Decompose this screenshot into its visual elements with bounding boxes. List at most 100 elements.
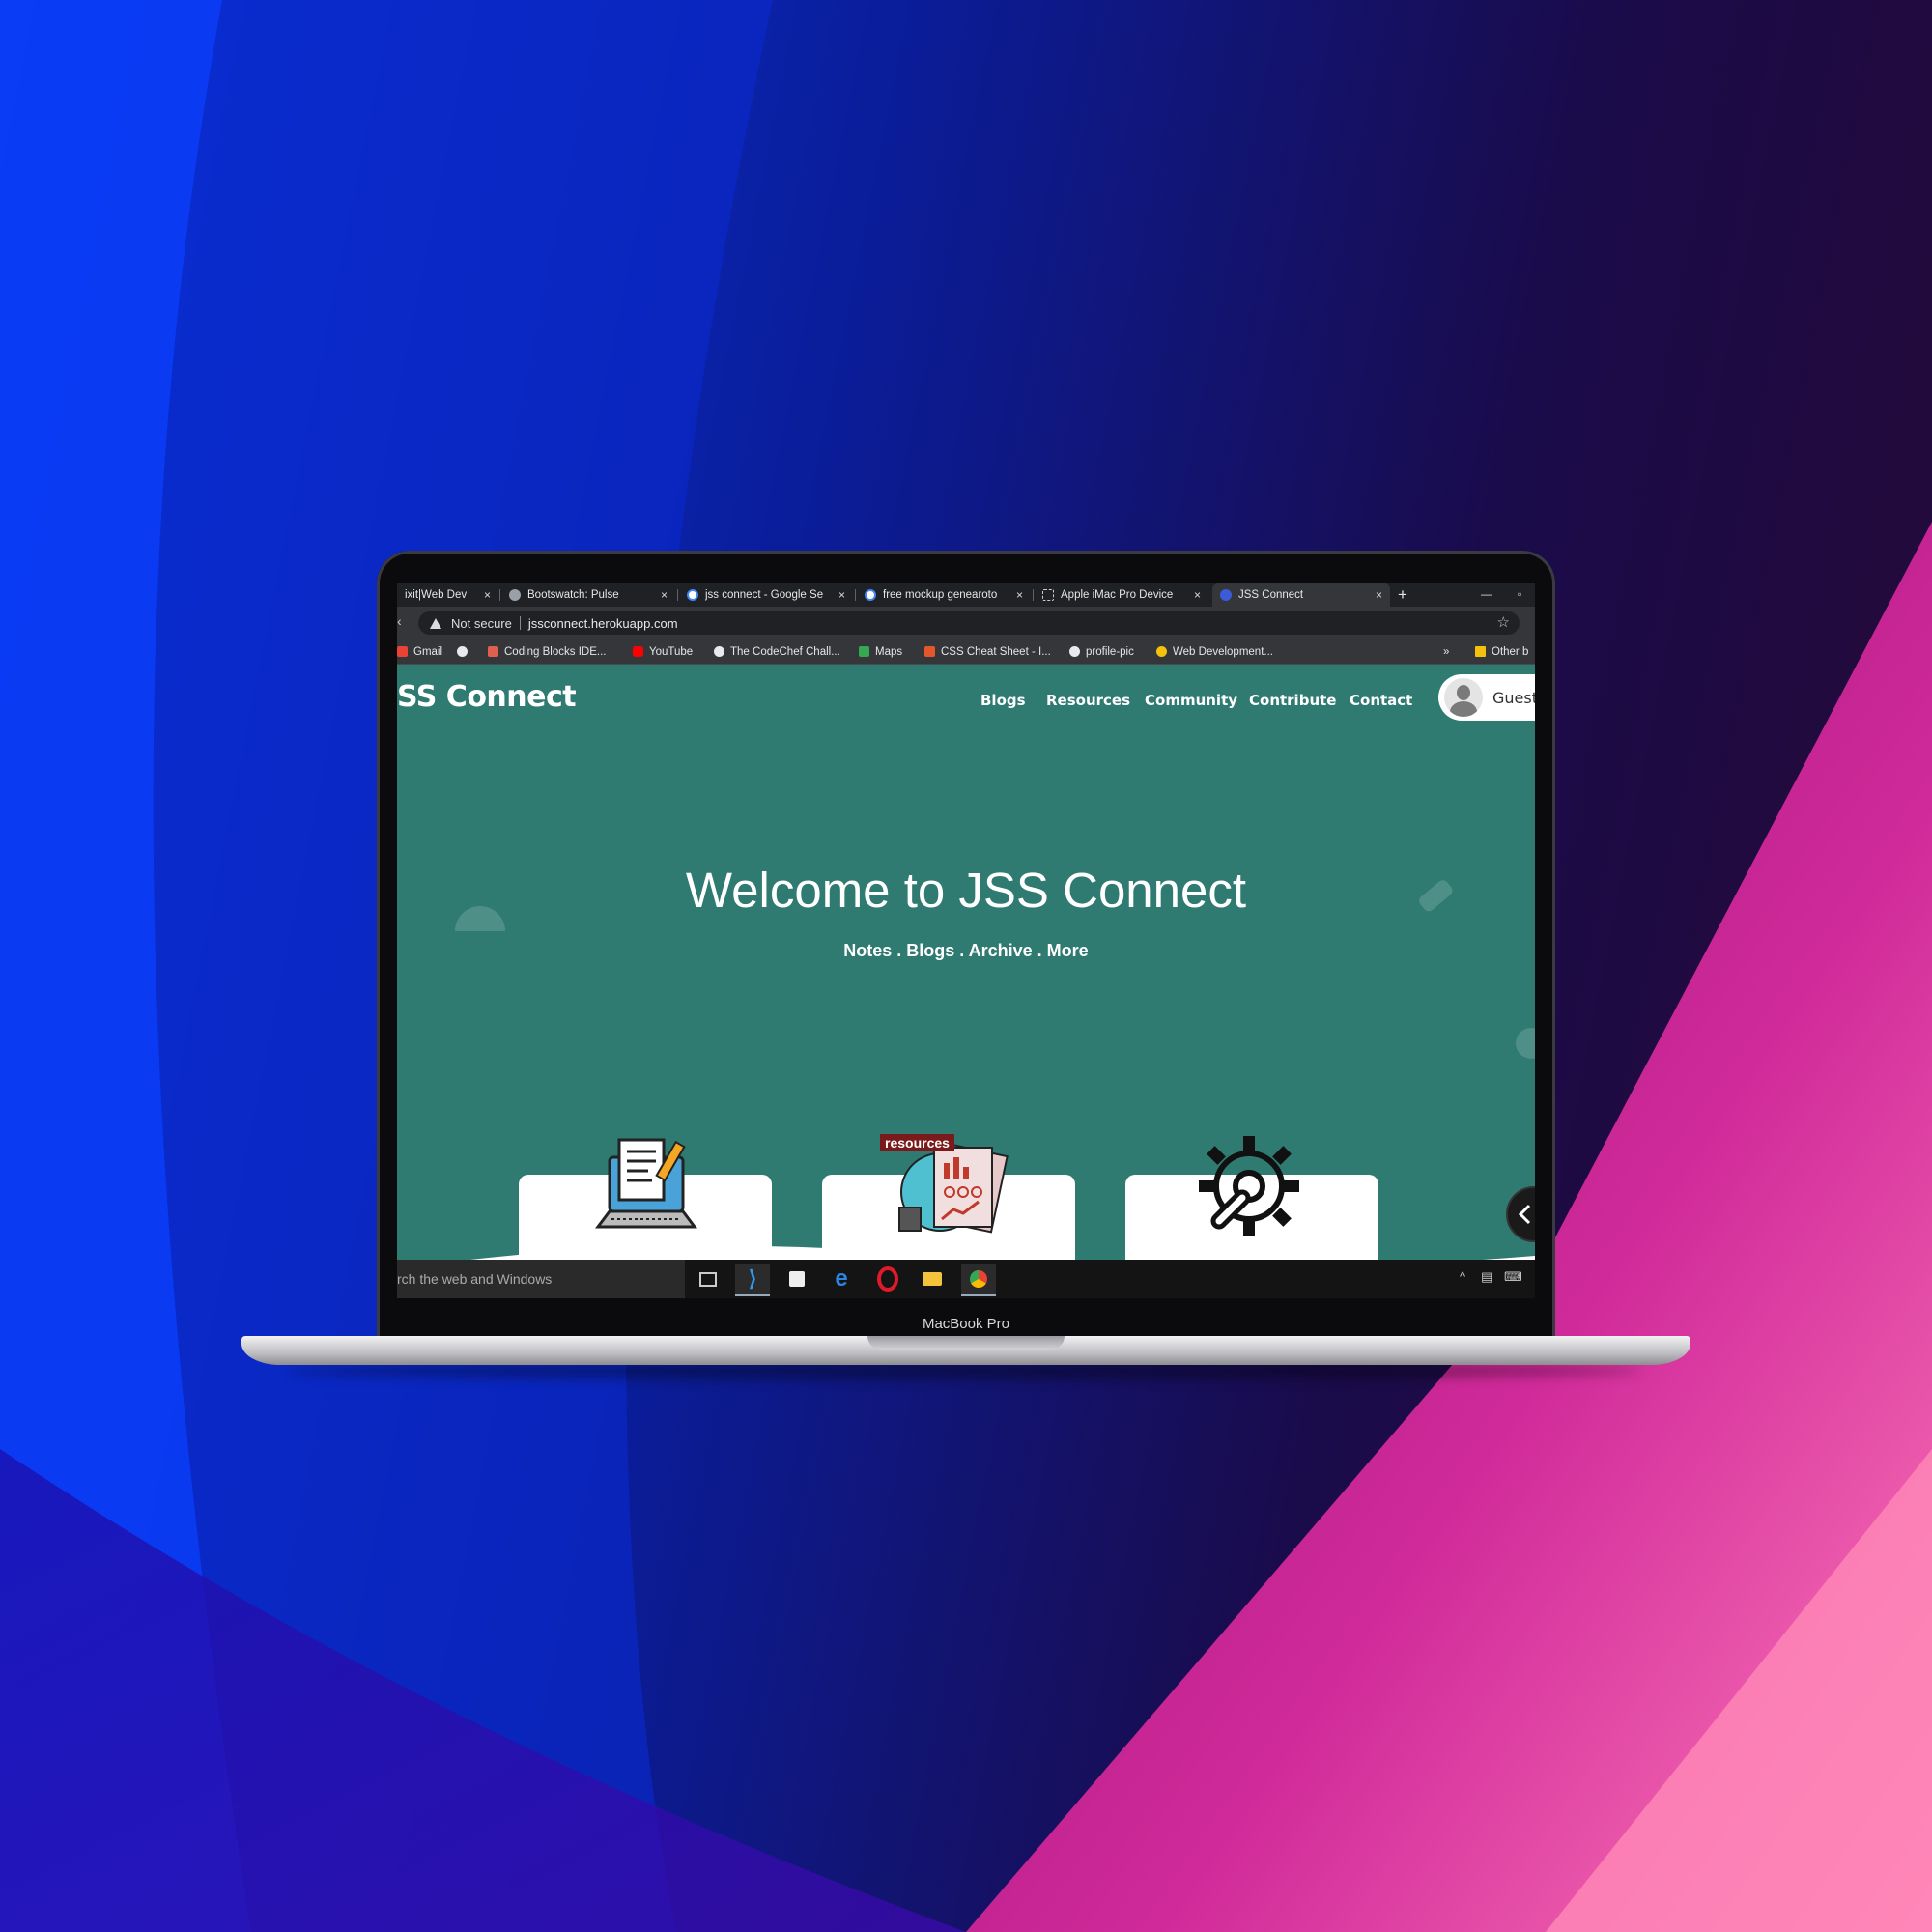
other-bookmarks[interactable]: Other b [1475,639,1528,664]
chevron-up-icon[interactable]: ^ [1460,1269,1465,1284]
globe-icon [457,646,468,657]
nav-community[interactable]: Community [1145,692,1237,709]
bookmark-css-cheat-sheet[interactable]: CSS Cheat Sheet - I... [924,639,1051,664]
close-icon[interactable]: × [838,588,845,602]
globe-icon [1069,646,1080,657]
bookmark-label: profile-pic [1086,645,1134,658]
nav-contribute[interactable]: Contribute [1249,692,1336,709]
tab-title: jss connect - Google Se [705,589,824,601]
bookmark-coding-blocks[interactable]: Coding Blocks IDE... [488,639,606,664]
close-icon[interactable]: × [1016,588,1023,602]
minimize-icon[interactable]: — [1481,583,1492,607]
tab-ixit-web-dev[interactable]: ixit|Web Dev × [397,583,498,607]
bookmark-label: Other b [1492,645,1529,658]
nav-contact[interactable]: Contact [1350,692,1412,709]
edge-icon[interactable]: e [824,1264,859,1294]
google-icon [687,589,698,601]
leaf-icon [1516,1028,1535,1059]
close-icon[interactable]: × [1194,588,1201,602]
new-tab-button[interactable]: + [1398,583,1407,607]
close-icon[interactable]: × [484,588,491,602]
task-view-icon[interactable] [691,1264,725,1294]
page-icon [1042,589,1054,601]
bootswatch-favicon-icon [509,589,521,601]
opera-icon[interactable] [870,1264,905,1294]
laptop-mockup: ixit|Web Dev × Bootswatch: Pulse × jss c… [0,0,1932,1932]
taskbar-search-placeholder: rch the web and Windows [397,1271,553,1287]
laptop-writing-icon [595,1138,697,1229]
tab-jss-connect[interactable]: JSS Connect × [1212,583,1390,607]
chrome-icon[interactable] [961,1264,996,1296]
address-bar[interactable]: Not secure jssconnect.herokuapp.com ☆ [418,611,1520,635]
warning-icon [430,617,441,629]
bookmark-label: Web Development... [1173,645,1273,658]
hero-subtitle: Notes . Blogs . Archive . More [843,941,1089,960]
bookmarks-overflow[interactable]: » [1443,639,1449,664]
google-icon [865,589,876,601]
site-navbar: SS Connect Blogs Resources Community Con… [397,665,1535,730]
close-icon[interactable]: × [1376,588,1382,602]
avatar [1444,678,1483,717]
bookmark-star-icon[interactable]: ☆ [1497,613,1510,631]
bookmark-label: The CodeChef Chall... [730,645,840,658]
hero-title: Welcome to JSS Connect [685,863,1247,918]
browser-tab-bar: ixit|Web Dev × Bootswatch: Pulse × jss c… [397,583,1535,607]
file-explorer-icon[interactable] [915,1264,950,1294]
windows-taskbar: rch the web and Windows ⟩ e ^ ▤ ⌨ [397,1260,1535,1298]
bookmark-gmail[interactable]: Gmail [397,639,442,664]
bookmark-web-development[interactable]: Web Development... [1156,639,1273,664]
folder-icon [1475,646,1486,657]
bookmark-label: Maps [875,645,903,658]
notification-icon[interactable]: ▤ [1481,1269,1492,1285]
bookmark-maps[interactable]: Maps [859,639,902,664]
bookmark-globe[interactable] [457,639,468,664]
tab-title: Apple iMac Pro Device [1061,589,1174,601]
css-icon [924,646,935,657]
coding-blocks-icon [488,646,498,657]
tab-free-mockup[interactable]: free mockup genearoto × [857,583,1031,607]
vscode-icon[interactable]: ⟩ [735,1264,770,1296]
bookmark-label: CSS Cheat Sheet - I... [941,645,1051,658]
gmail-icon [397,646,408,657]
back-arrow-icon[interactable]: ‹ [397,613,402,629]
tab-separator [677,589,678,601]
store-icon[interactable] [780,1264,814,1294]
laptop-model-label: MacBook Pro [922,1316,1010,1332]
web-dev-icon [1156,646,1167,657]
close-icon[interactable]: × [661,588,668,602]
bookmarks-bar: Gmail Coding Blocks IDE... YouTube The C… [397,639,1535,665]
tab-separator [499,589,500,601]
keyboard-icon[interactable]: ⌨ [1504,1269,1522,1285]
tab-bootswatch[interactable]: Bootswatch: Pulse × [501,583,675,607]
youtube-icon [633,646,643,657]
bookmark-profile-pic[interactable]: profile-pic [1069,639,1134,664]
chevron-left-icon [1518,1204,1531,1225]
bookmark-label: YouTube [649,645,694,658]
bookmark-label: Gmail [413,645,443,658]
taskbar-search[interactable]: rch the web and Windows [397,1260,685,1298]
tab-apple-imac[interactable]: Apple iMac Pro Device × [1035,583,1208,607]
laptop-notch [867,1336,1065,1350]
bookmark-youtube[interactable]: YouTube [633,639,693,664]
jss-favicon-icon [1220,589,1232,601]
maps-icon [859,646,869,657]
tab-separator [855,589,856,601]
bookmark-codechef[interactable]: The CodeChef Chall... [714,639,840,664]
chevron-double-icon: » [1443,645,1450,658]
nav-blogs[interactable]: Blogs [980,692,1026,709]
user-menu[interactable]: Guest [1438,674,1535,721]
resources-tag: resources [880,1134,954,1151]
tab-title: Bootswatch: Pulse [527,589,619,601]
tab-google-search[interactable]: jss connect - Google Se × [679,583,853,607]
url-text[interactable]: jssconnect.herokuapp.com [528,616,678,631]
site-brand[interactable]: SS Connect [397,680,577,714]
tab-separator [1033,589,1034,601]
nav-resources[interactable]: Resources [1046,692,1130,709]
security-indicator[interactable]: Not secure [451,616,512,631]
maximize-icon[interactable]: ▫ [1518,583,1521,607]
tab-title: ixit|Web Dev [405,589,468,601]
tab-title: JSS Connect [1238,589,1304,601]
bookmark-label: Coding Blocks IDE... [504,645,607,658]
scroll-button[interactable] [1506,1186,1535,1242]
browser-toolbar: ‹ Not secure jssconnect.herokuapp.com ☆ [397,607,1535,639]
